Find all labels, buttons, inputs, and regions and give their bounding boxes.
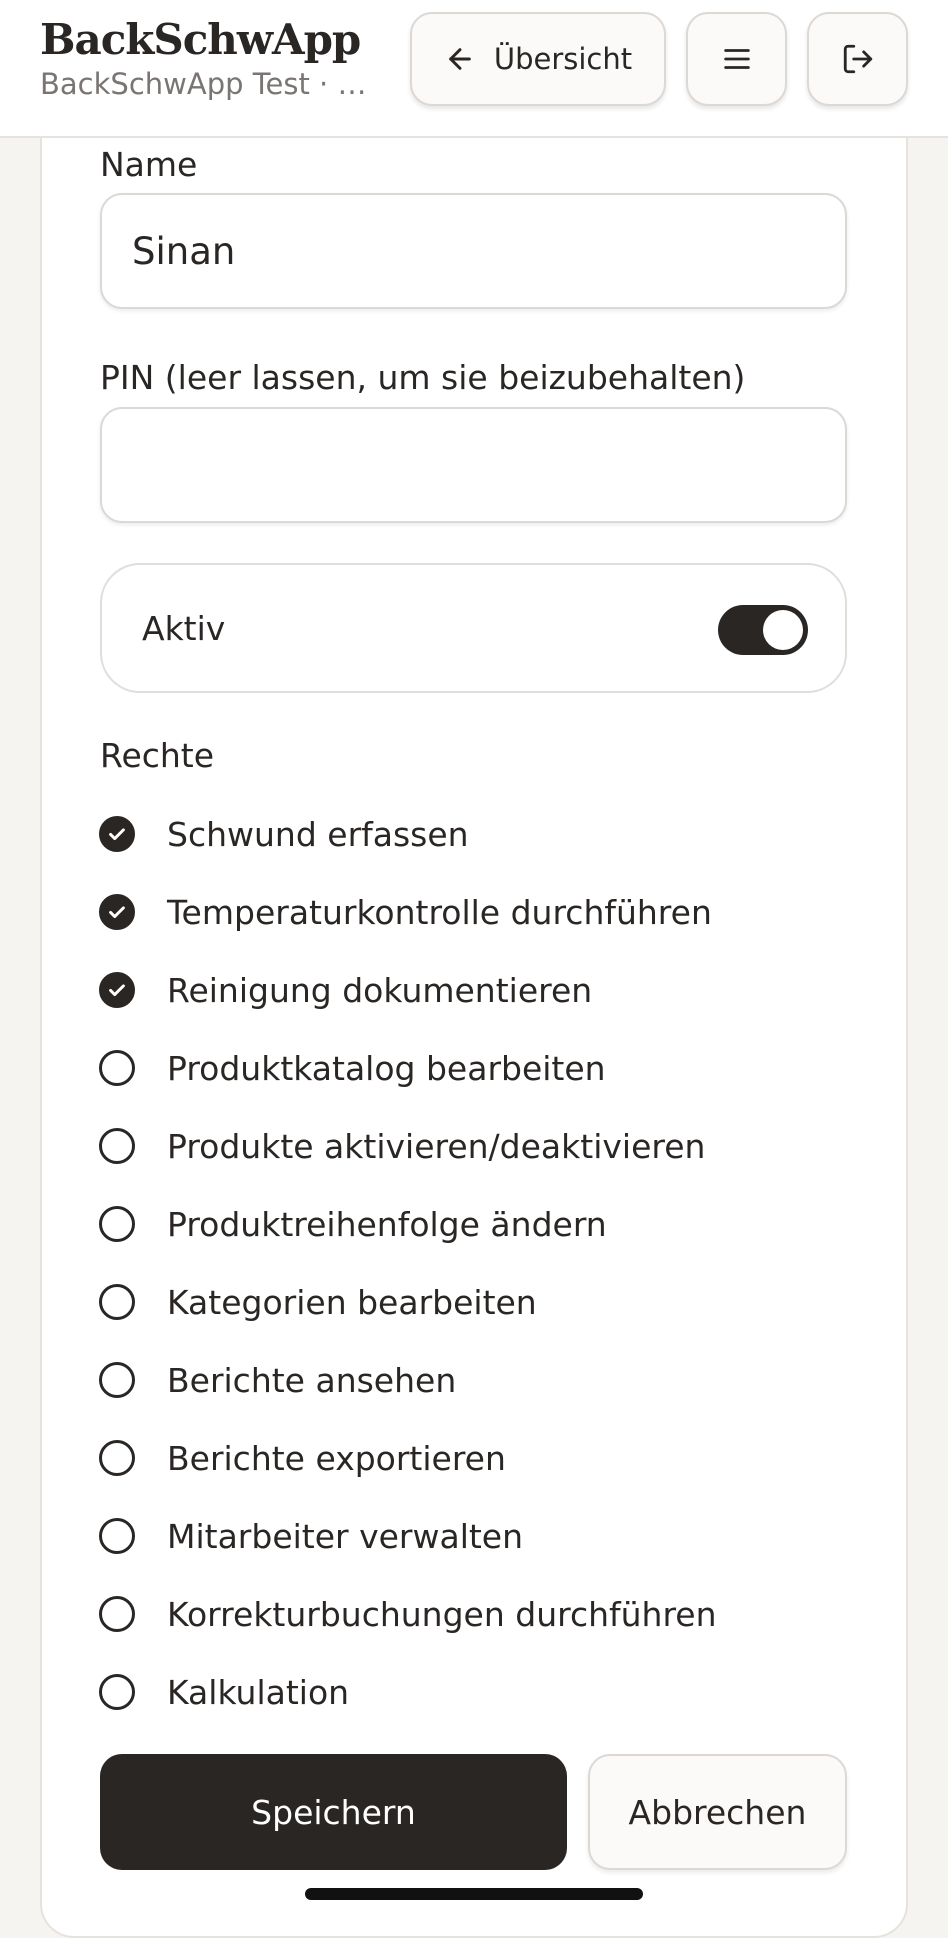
right-label: Produkte aktivieren/deaktivieren — [167, 1126, 706, 1166]
pin-label: PIN (leer lassen, um sie beizubehalten) — [100, 358, 746, 397]
checked-circle-icon[interactable] — [99, 894, 135, 930]
right-item[interactable]: Berichte ansehen — [99, 1358, 456, 1402]
name-input[interactable] — [100, 193, 847, 309]
right-label: Kalkulation — [167, 1672, 350, 1712]
app-header: BackSchwApp BackSchwApp Test · Ha... Übe… — [0, 0, 948, 138]
active-toggle[interactable] — [718, 605, 808, 655]
right-item[interactable]: Mitarbeiter verwalten — [99, 1514, 523, 1558]
overview-button[interactable]: Übersicht — [410, 12, 666, 106]
right-item[interactable]: Temperaturkontrolle durchführen — [99, 890, 712, 934]
right-label: Reinigung dokumentieren — [167, 970, 593, 1010]
app-subtitle: BackSchwApp Test · Ha... — [40, 67, 380, 101]
right-label: Temperaturkontrolle durchführen — [167, 892, 712, 932]
unchecked-circle-icon[interactable] — [99, 1518, 135, 1554]
unchecked-circle-icon[interactable] — [99, 1362, 135, 1398]
cancel-button[interactable]: Abbrechen — [588, 1754, 847, 1870]
brand: BackSchwApp BackSchwApp Test · Ha... — [40, 14, 380, 102]
pin-input[interactable] — [100, 407, 847, 523]
unchecked-circle-icon[interactable] — [99, 1674, 135, 1710]
logout-icon — [843, 44, 872, 74]
right-item[interactable]: Kalkulation — [99, 1670, 349, 1714]
name-label: Name — [100, 145, 198, 184]
right-label: Berichte exportieren — [167, 1438, 506, 1478]
unchecked-circle-icon[interactable] — [99, 1050, 135, 1086]
arrow-left-icon — [449, 48, 471, 70]
logout-button[interactable] — [807, 12, 908, 106]
rights-label: Rechte — [100, 736, 215, 775]
checked-circle-icon[interactable] — [99, 816, 135, 852]
right-item[interactable]: Berichte exportieren — [99, 1436, 506, 1480]
menu-button[interactable] — [686, 12, 787, 106]
right-item[interactable]: Produktreihenfolge ändern — [99, 1202, 607, 1246]
right-item[interactable]: Reinigung dokumentieren — [99, 968, 592, 1012]
right-label: Berichte ansehen — [167, 1360, 457, 1400]
right-label: Korrekturbuchungen durchführen — [167, 1594, 717, 1634]
unchecked-circle-icon[interactable] — [99, 1440, 135, 1476]
right-item[interactable]: Schwund erfassen — [99, 812, 469, 856]
right-item[interactable]: Korrekturbuchungen durchführen — [99, 1592, 717, 1636]
overview-label: Übersicht — [493, 42, 633, 76]
checked-circle-icon[interactable] — [99, 972, 135, 1008]
unchecked-circle-icon[interactable] — [99, 1206, 135, 1242]
right-label: Kategorien bearbeiten — [167, 1282, 537, 1322]
right-item[interactable]: Produktkatalog bearbeiten — [99, 1046, 606, 1090]
home-indicator — [305, 1888, 643, 1900]
unchecked-circle-icon[interactable] — [99, 1596, 135, 1632]
right-label: Mitarbeiter verwalten — [167, 1516, 524, 1556]
right-item[interactable]: Produkte aktivieren/deaktivieren — [99, 1124, 705, 1168]
unchecked-circle-icon[interactable] — [99, 1128, 135, 1164]
right-label: Produktreihenfolge ändern — [167, 1204, 607, 1244]
menu-icon — [723, 49, 750, 69]
unchecked-circle-icon[interactable] — [99, 1284, 135, 1320]
save-button[interactable]: Speichern — [100, 1754, 567, 1870]
active-toggle-row[interactable]: Aktiv — [100, 563, 847, 693]
toggle-knob — [763, 610, 803, 650]
app-title: BackSchwApp — [40, 15, 361, 64]
active-label: Aktiv — [142, 609, 226, 648]
right-item[interactable]: Kategorien bearbeiten — [99, 1280, 537, 1324]
right-label: Schwund erfassen — [167, 814, 469, 854]
right-label: Produktkatalog bearbeiten — [167, 1048, 606, 1088]
